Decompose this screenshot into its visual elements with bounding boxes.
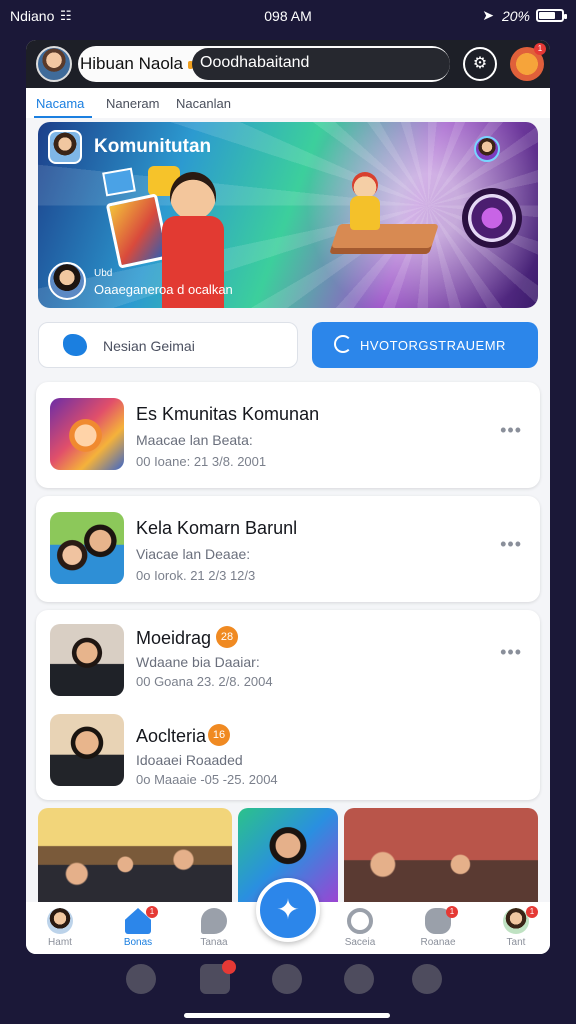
list-item[interactable]: Es Kmunitas Komunan Maacae lan Beata: 00… <box>36 382 540 488</box>
pin-icon[interactable] <box>344 964 374 994</box>
nav-label: Bonas <box>123 937 153 948</box>
item-thumbnail <box>50 512 124 584</box>
nav-item-hamt[interactable]: Hamt <box>32 906 88 952</box>
item-title: Moeidrag <box>136 628 212 648</box>
event-photo[interactable] <box>344 808 538 902</box>
create-post-fab[interactable]: ✦ <box>256 878 320 942</box>
nav-label: Tant <box>506 937 526 948</box>
more-options-icon[interactable]: ••• <box>500 534 522 555</box>
floating-avatar-icon <box>474 136 500 162</box>
gear-icon[interactable] <box>412 964 442 994</box>
girl-illustration <box>348 172 382 230</box>
item-subtitle: Idoaaei Roaaded <box>136 752 243 768</box>
nav-label: Saceia <box>344 937 376 948</box>
banner-caption: Ubd <box>94 268 113 279</box>
nav-badge: 1 <box>146 906 158 918</box>
search-text[interactable]: Ooodhabaitand <box>200 54 309 72</box>
tab-bar: Nacama Naneram Nacanlan <box>26 88 550 118</box>
dock-badge <box>222 960 236 974</box>
item-subtitle: Maacae lan Beata: <box>136 432 253 448</box>
item-date: 00 Ioane: 21 3/8. 2001 <box>136 454 267 469</box>
nav-label: Hamt <box>48 937 72 948</box>
tab-nacanlan[interactable]: Nacanlan <box>176 96 231 111</box>
nav-item-tanaa[interactable]: Tanaa <box>186 906 242 952</box>
chat-bubble-icon <box>201 908 227 934</box>
nav-item-saceia[interactable]: Saceia <box>332 906 388 952</box>
nav-item-roanae[interactable]: Roanae 1 <box>410 906 466 952</box>
primary-action-button[interactable]: HVOTORGSTRAUEMR <box>312 322 538 368</box>
item-thumbnail <box>50 714 124 786</box>
tab-naneram[interactable]: Naneram <box>106 96 159 111</box>
nav-badge: 1 <box>446 906 458 918</box>
nav-item-tant[interactable]: Tant 1 <box>488 906 544 952</box>
photo-sticker-icon <box>102 167 136 197</box>
notification-badge: 1 <box>534 43 546 55</box>
primary-action-label: HVOTORGSTRAUEMR <box>360 338 506 353</box>
banner-subtitle: Oaaeganeroa d ocalkan <box>94 282 233 297</box>
game-table-illustration <box>329 224 439 254</box>
item-title: Aoclteria <box>136 726 207 746</box>
active-tab-indicator <box>34 116 92 118</box>
nav-badge: 1 <box>526 906 538 918</box>
action-row: Nesian Geimai HVOTORGSTRAUEMR <box>38 322 538 368</box>
item-title: Kela Komarn Barunl <box>136 518 298 538</box>
tab-nacama[interactable]: Nacama <box>36 96 84 111</box>
item-subtitle: Viacae lan Deaae: <box>136 546 251 562</box>
battery-icon <box>536 9 567 22</box>
nav-item-bonas[interactable]: Bonas 1 <box>110 906 166 952</box>
item-title: Es Kmunitas Komunan <box>136 404 320 424</box>
banner-title: Komunitutan <box>94 136 212 157</box>
item-thumbnail <box>50 624 124 696</box>
more-options-icon[interactable]: ••• <box>500 642 522 663</box>
user-avatar[interactable] <box>36 46 72 82</box>
search-icon <box>347 908 373 934</box>
secondary-action-button[interactable]: Nesian Geimai <box>38 322 298 368</box>
battery-percent: 20% <box>501 8 530 24</box>
more-options-icon[interactable]: ••• <box>500 420 522 441</box>
list-item[interactable]: Kela Komarn Barunl Viacae lan Deaae: 0o … <box>36 496 540 602</box>
item-subtitle: Wdaane bia Daaiar: <box>136 654 260 670</box>
status-bar: Ndiano ☷ 098 AM ➤ 20% <box>0 0 576 34</box>
add-icon[interactable] <box>272 964 302 994</box>
item-date: 00 Goana 23. 2/8. 2004 <box>136 674 273 689</box>
app-title: Hibuan Naola <box>80 54 184 73</box>
home-indicator[interactable] <box>184 1013 390 1018</box>
community-banner[interactable]: Komunitutan Ubd Oaaeganeroa d ocalkan <box>38 122 538 308</box>
banner-avatar <box>48 130 82 164</box>
item-date: 0o Iorok. 21 2/3 12/3 <box>136 568 256 583</box>
puzzle-icon <box>63 334 87 356</box>
app-header: Hibuan Naola Ooodhabaitand ⚙ 1 <box>26 40 550 88</box>
location-arrow-icon: ➤ <box>482 7 494 23</box>
item-thumbnail <box>50 398 124 470</box>
group-photo[interactable] <box>38 808 232 902</box>
speaker-icon <box>462 188 522 248</box>
nav-label: Tanaa <box>200 937 228 948</box>
nav-label: Roanae <box>420 937 456 948</box>
item-date: 0o Maaaie -05 -25. 2004 <box>136 772 278 787</box>
settings-gear-button[interactable]: ⚙ <box>463 47 497 81</box>
puzzle-icon[interactable] <box>126 964 156 994</box>
banner-user-avatar <box>48 262 86 300</box>
refresh-icon <box>334 335 352 353</box>
app-window: Hibuan Naola Ooodhabaitand ⚙ 1 Nacama Na… <box>26 40 550 954</box>
profile-avatar-icon <box>47 908 73 934</box>
list-item-group: Moeidrag 28 Wdaane bia Daaiar: 00 Goana … <box>36 610 540 800</box>
secondary-action-label: Nesian Geimai <box>103 338 195 354</box>
count-badge: 28 <box>216 626 238 648</box>
count-badge: 16 <box>208 724 230 746</box>
